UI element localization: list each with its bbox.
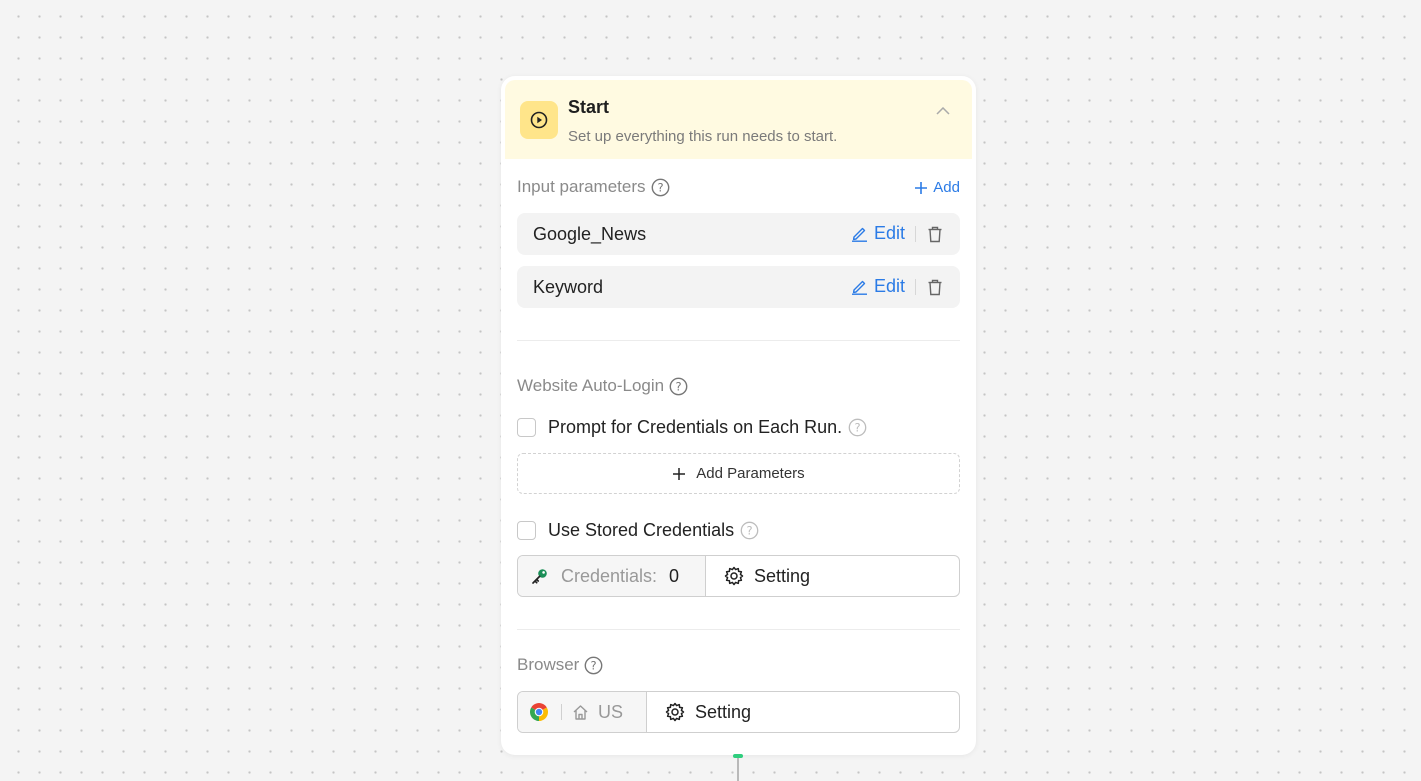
prompt-credentials-label: Prompt for Credentials on Each Run.: [548, 417, 843, 437]
input-parameters-title: Input parameters: [517, 177, 646, 196]
plus-icon: [915, 181, 928, 194]
trash-icon[interactable]: [925, 277, 945, 297]
setting-label: Setting: [695, 701, 752, 722]
edit-label: Edit: [873, 276, 905, 296]
svg-text:?: ?: [591, 658, 597, 672]
trash-icon[interactable]: [925, 224, 945, 244]
browser-setting-button[interactable]: Setting: [647, 692, 959, 732]
start-title: Start: [568, 97, 610, 117]
divider: [915, 279, 916, 295]
play-icon: [520, 101, 558, 139]
help-icon[interactable]: ?: [740, 521, 759, 540]
start-subtitle: Set up everything this run needs to star…: [568, 128, 838, 145]
prompt-credentials-row: Prompt for Credentials on Each Run. ?: [517, 417, 867, 438]
start-node-header[interactable]: Start Set up everything this run needs t…: [505, 80, 972, 159]
credentials-setting-button[interactable]: Setting: [706, 556, 959, 596]
svg-text:?: ?: [855, 421, 861, 435]
help-icon[interactable]: ?: [848, 418, 867, 437]
browser-control: US Setting: [517, 691, 960, 733]
help-icon[interactable]: ?: [584, 656, 603, 675]
pencil-icon: [851, 280, 867, 295]
flow-connector-handle[interactable]: [733, 754, 743, 758]
auto-login-heading: Website Auto-Login ?: [517, 376, 688, 396]
key-icon: [532, 569, 547, 584]
credentials-count: 0: [669, 565, 680, 586]
parameter-name: Keyword: [533, 277, 604, 297]
add-parameters-button[interactable]: Add Parameters: [517, 453, 960, 494]
input-parameters-heading: Input parameters ?: [517, 177, 670, 197]
parameter-row: Google_News Edit: [517, 213, 960, 255]
edit-label: Edit: [873, 223, 905, 243]
pencil-icon: [851, 227, 867, 242]
browser-heading: Browser ?: [517, 655, 603, 675]
parameter-name: Google_News: [533, 224, 647, 244]
parameter-row: Keyword Edit: [517, 266, 960, 308]
add-parameter-button[interactable]: Add: [914, 179, 960, 196]
prompt-credentials-checkbox[interactable]: [517, 418, 536, 437]
start-node-card: Start Set up everything this run needs t…: [501, 76, 976, 755]
section-divider: [517, 629, 960, 630]
chrome-icon: [530, 703, 548, 721]
flow-connector-line: [737, 755, 739, 781]
stored-credentials-checkbox[interactable]: [517, 521, 536, 540]
stored-credentials-label: Use Stored Credentials: [548, 520, 735, 540]
svg-text:?: ?: [657, 180, 663, 194]
chevron-up-icon[interactable]: [934, 102, 952, 120]
auto-login-title: Website Auto-Login: [517, 376, 665, 395]
browser-info-box: US: [518, 692, 647, 732]
plus-icon: [673, 467, 686, 480]
credentials-control: Credentials: 0 Setting: [517, 555, 960, 597]
edit-parameter-button[interactable]: Edit: [851, 276, 905, 297]
help-icon[interactable]: ?: [669, 377, 688, 396]
divider: [915, 226, 916, 242]
section-divider: [517, 340, 960, 341]
setting-label: Setting: [754, 565, 811, 586]
gear-icon: [665, 702, 685, 722]
add-label: Add: [933, 179, 960, 196]
svg-text:?: ?: [747, 524, 753, 538]
divider: [561, 704, 562, 720]
credentials-label: Credentials:: [561, 565, 658, 586]
gear-icon: [724, 566, 744, 586]
help-icon[interactable]: ?: [651, 178, 670, 197]
add-parameters-label: Add Parameters: [696, 465, 805, 482]
browser-title: Browser: [517, 655, 580, 674]
credentials-count-box: Credentials: 0: [518, 556, 706, 596]
home-icon: [573, 704, 588, 720]
edit-parameter-button[interactable]: Edit: [851, 223, 905, 244]
svg-text:?: ?: [676, 379, 682, 393]
stored-credentials-row: Use Stored Credentials ?: [517, 520, 759, 541]
browser-region: US: [598, 701, 624, 722]
